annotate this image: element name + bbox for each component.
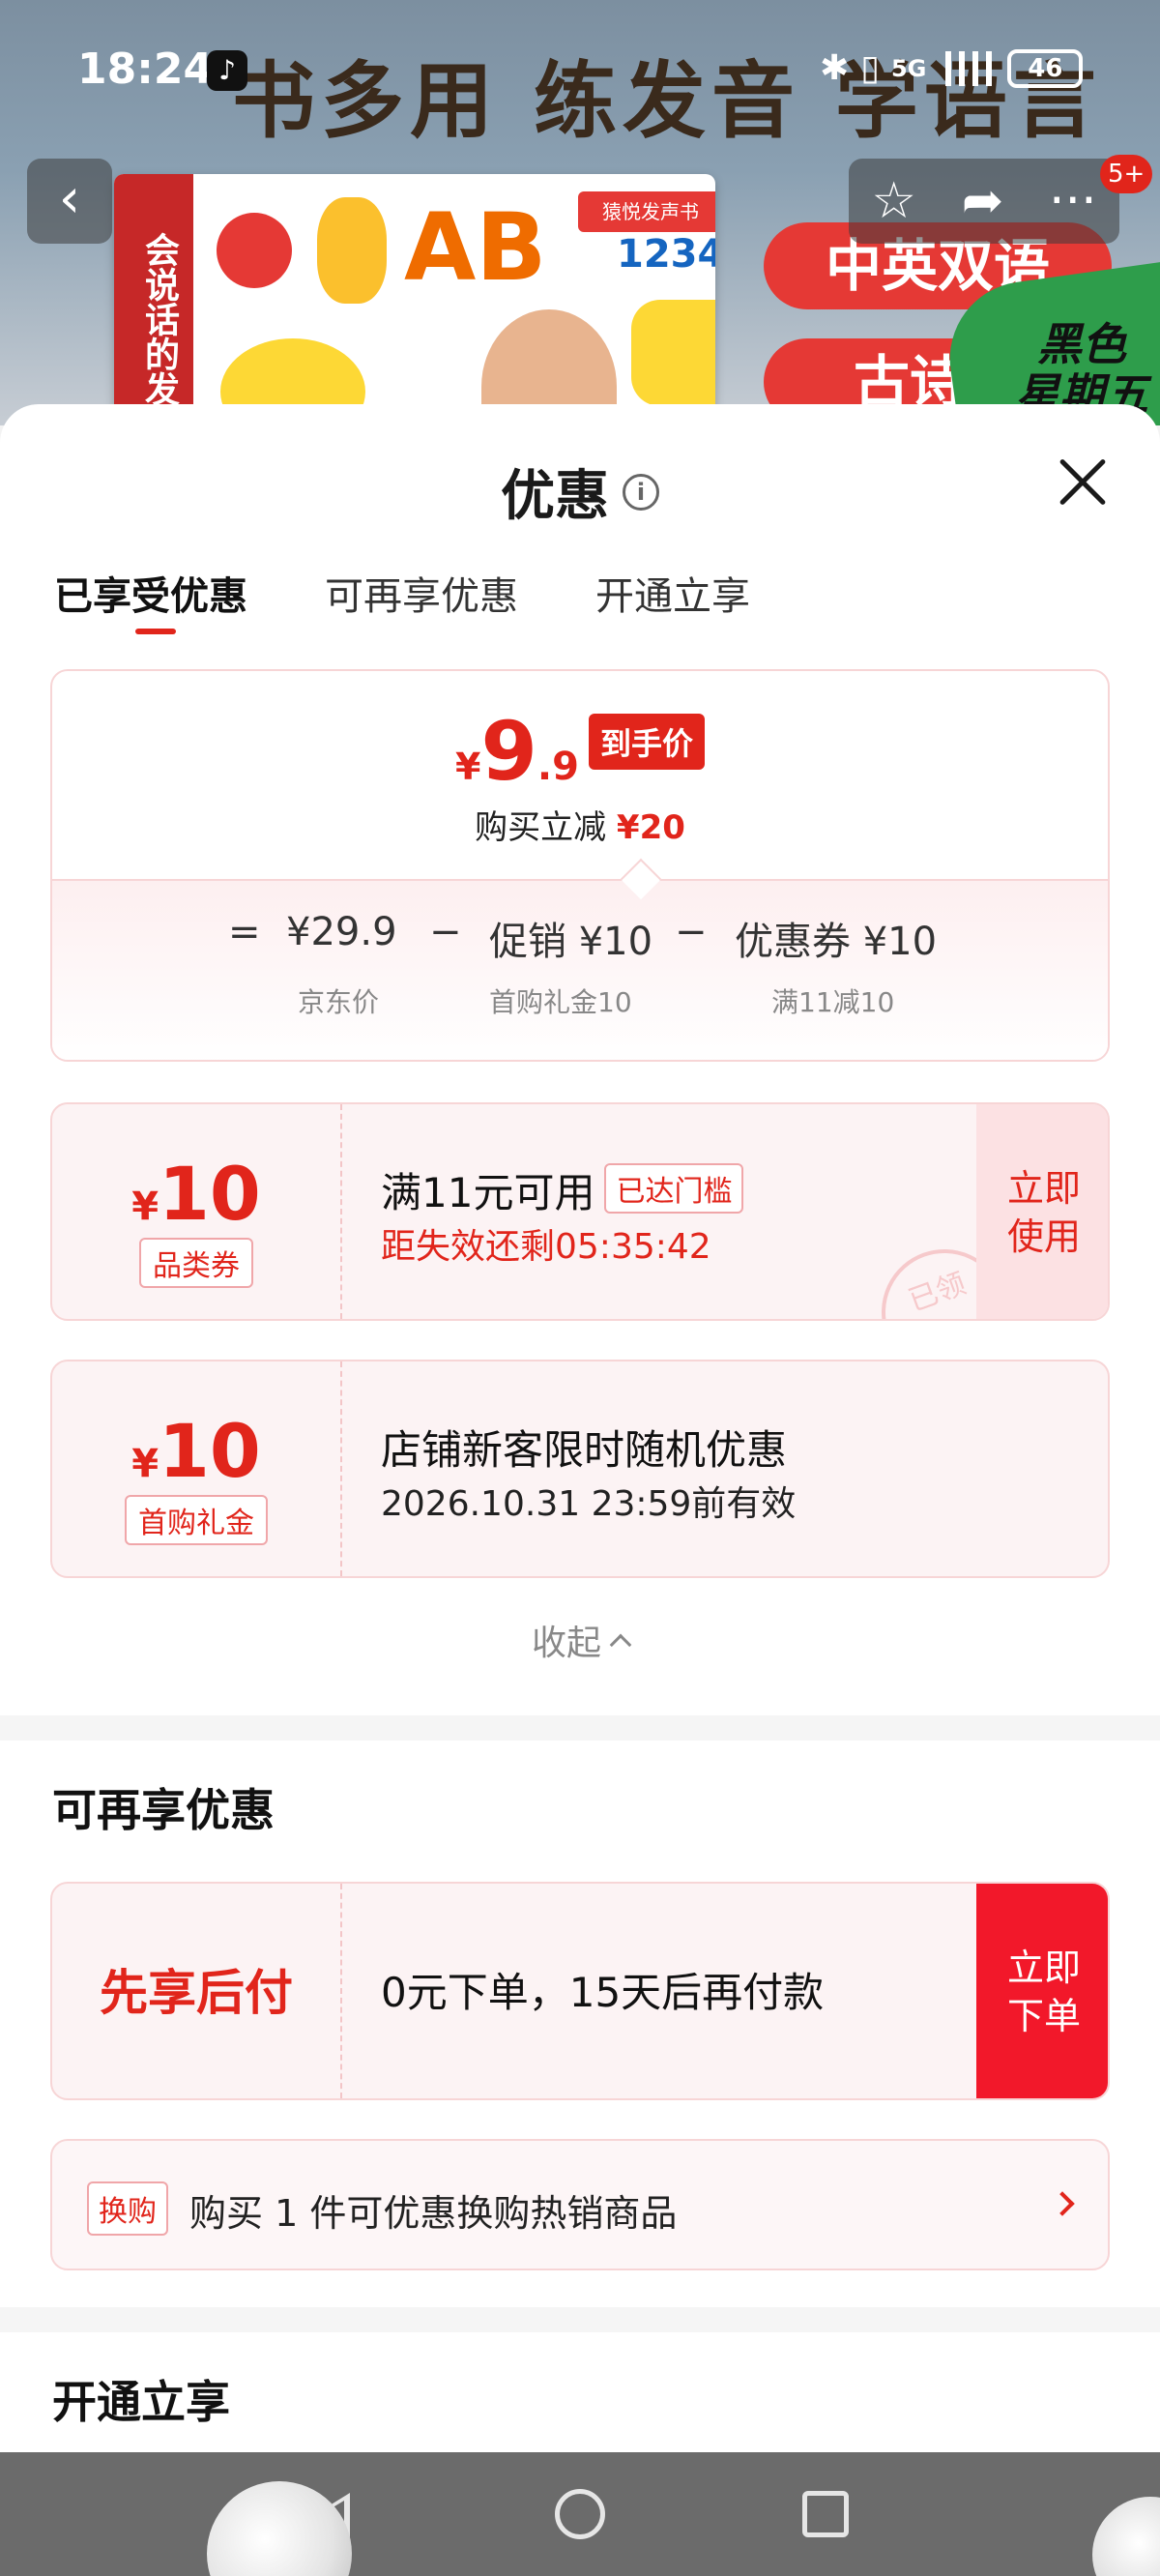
battery-icon: 46 (1007, 48, 1084, 88)
product-image: 会说话的发 AB 猿悦发声书 12345 (114, 174, 715, 425)
top-action-group: ☆ ➦ ··· (849, 159, 1119, 244)
pay-later-desc: 0元下单，15天后再付款 (381, 1969, 825, 2016)
coupon-value: ¥10 首购礼金 (52, 1361, 342, 1576)
share-icon[interactable]: ➦ (962, 172, 1004, 230)
vibrate-icon: ▯ (860, 48, 880, 88)
collapse-label: 收起 (531, 1624, 601, 1663)
letters-illustration: AB (404, 193, 547, 302)
coupon-type: 首购礼金 (125, 1495, 268, 1545)
coupon-type: 品类券 (139, 1238, 253, 1288)
swap-tag: 换购 (87, 2181, 168, 2236)
status-icons: ✱ ▯ 5G 46 (820, 48, 1084, 88)
status-bar: 18:24 ♪ ✱ ▯ 5G 46 (0, 0, 1160, 126)
order-now-button[interactable]: 立即 下单 (976, 1884, 1108, 2098)
swap-text: 购买 1 件可优惠换购热销商品 (189, 2192, 678, 2235)
coupon-condition: 满11元可用 已达门槛 (381, 1160, 744, 1219)
section-heading-more: 可再享优惠 (52, 1784, 275, 1836)
caption-promo: 首购礼金10 (489, 986, 632, 1018)
tab-open-enjoy[interactable]: 开通立享 (595, 565, 750, 621)
formula-promo: 促销 ¥10 (489, 920, 653, 964)
apple-illustration (217, 213, 292, 288)
sheet-header: 优惠 i (0, 453, 1160, 531)
reduce-label: 购买立减 (475, 808, 607, 847)
coupon-first-purchase: ¥10 首购礼金 店铺新客限时随机优惠 2026.10.31 23:59前有效 (50, 1360, 1110, 1578)
pineapple-illustration (317, 197, 387, 304)
coupon-title: 店铺新客限时随机优惠 (381, 1426, 788, 1474)
section-divider (0, 1715, 1160, 1741)
star-icon[interactable]: ☆ (871, 172, 916, 230)
chevron-up-icon (609, 1633, 632, 1656)
formula-minus: − (675, 910, 708, 954)
formula-coupon: 优惠券 ¥10 (735, 920, 938, 964)
network-label: 5G (890, 54, 927, 82)
discount-sheet: 优惠 i 已享受优惠 可再享优惠 开通立享 ¥9.9到手价 购买立减 ¥20 = … (0, 404, 1160, 2454)
price-card: ¥9.9到手价 购买立减 ¥20 = ¥29.9 − 促销 ¥10 − 优惠券 … (50, 669, 1110, 1062)
tiktok-icon: ♪ (207, 50, 247, 91)
tab-more-offers[interactable]: 可再享优惠 (325, 565, 518, 621)
caption-coupon: 满11减10 (771, 986, 895, 1018)
final-price-tag: 到手价 (588, 714, 705, 770)
signal-icon (938, 50, 997, 86)
reduce-amount: ¥20 (616, 808, 685, 847)
book-spine: 会说话的发 (114, 174, 193, 425)
car-illustration (631, 300, 715, 406)
coupon-validity: 2026.10.31 23:59前有效 (381, 1484, 797, 1524)
coupon-title: 满11元可用 (381, 1169, 595, 1216)
nav-recents-icon[interactable] (802, 2491, 849, 2537)
currency-symbol: ¥ (455, 746, 481, 788)
coupon-amount: 10 (159, 1151, 261, 1237)
coupon-countdown: 距失效还剩05:35:42 (381, 1227, 711, 1267)
coupon-category: ¥10 品类券 满11元可用 已达门槛 距失效还剩05:35:42 已领 立即 使用 (50, 1102, 1110, 1321)
info-icon[interactable]: i (623, 473, 659, 511)
pay-later-label: 先享后付 (52, 1884, 342, 2098)
system-nav-bar (0, 2452, 1160, 2576)
caption-base: 京东价 (298, 986, 380, 1018)
price-decimal: .9 (536, 745, 579, 789)
tab-bar: 已享受优惠 可再享优惠 开通立享 (54, 565, 750, 634)
coupon-value: ¥10 品类券 (52, 1104, 342, 1319)
collapse-toggle[interactable]: 收起 (0, 1615, 1160, 1665)
back-button[interactable]: ‹ (27, 159, 112, 244)
bluetooth-icon: ✱ (820, 48, 850, 88)
sheet-title: 优惠 (501, 465, 609, 528)
section-heading-open: 开通立享 (52, 2376, 230, 2428)
final-price: ¥9.9到手价 (52, 704, 1108, 799)
price-breakdown: = ¥29.9 − 促销 ¥10 − 优惠券 ¥10 京东价 首购礼金10 满1… (52, 879, 1108, 1060)
chevron-right-icon (1050, 2191, 1075, 2216)
more-icon[interactable]: ··· (1049, 172, 1097, 230)
section-divider (0, 2307, 1160, 2332)
pay-later-card: 先享后付 0元下单，15天后再付款 立即 下单 (50, 1882, 1110, 2100)
formula-minus: − (429, 910, 462, 954)
nav-home-icon[interactable] (555, 2489, 605, 2539)
status-time: 18:24 (77, 44, 214, 94)
book-brand-tag: 猿悦发声书 (578, 191, 715, 232)
swap-purchase-row[interactable]: 换购 购买 1 件可优惠换购热销商品 (50, 2139, 1110, 2270)
coupon-currency: ¥ (131, 1185, 160, 1229)
formula-equals: = (228, 910, 261, 954)
numbers-illustration: 12345 (617, 232, 715, 277)
coupon-amount: 10 (159, 1408, 261, 1494)
use-now-button[interactable]: 立即 使用 (976, 1104, 1108, 1319)
message-badge: 5+ (1100, 155, 1153, 193)
reduce-summary: 购买立减 ¥20 (52, 801, 1108, 848)
formula-base-price: ¥29.9 (286, 910, 397, 954)
coupon-currency: ¥ (131, 1442, 160, 1486)
close-button[interactable] (1052, 453, 1110, 511)
price-integer: 9 (480, 704, 537, 799)
threshold-badge: 已达门槛 (604, 1163, 744, 1214)
tab-enjoyed[interactable]: 已享受优惠 (54, 565, 247, 634)
